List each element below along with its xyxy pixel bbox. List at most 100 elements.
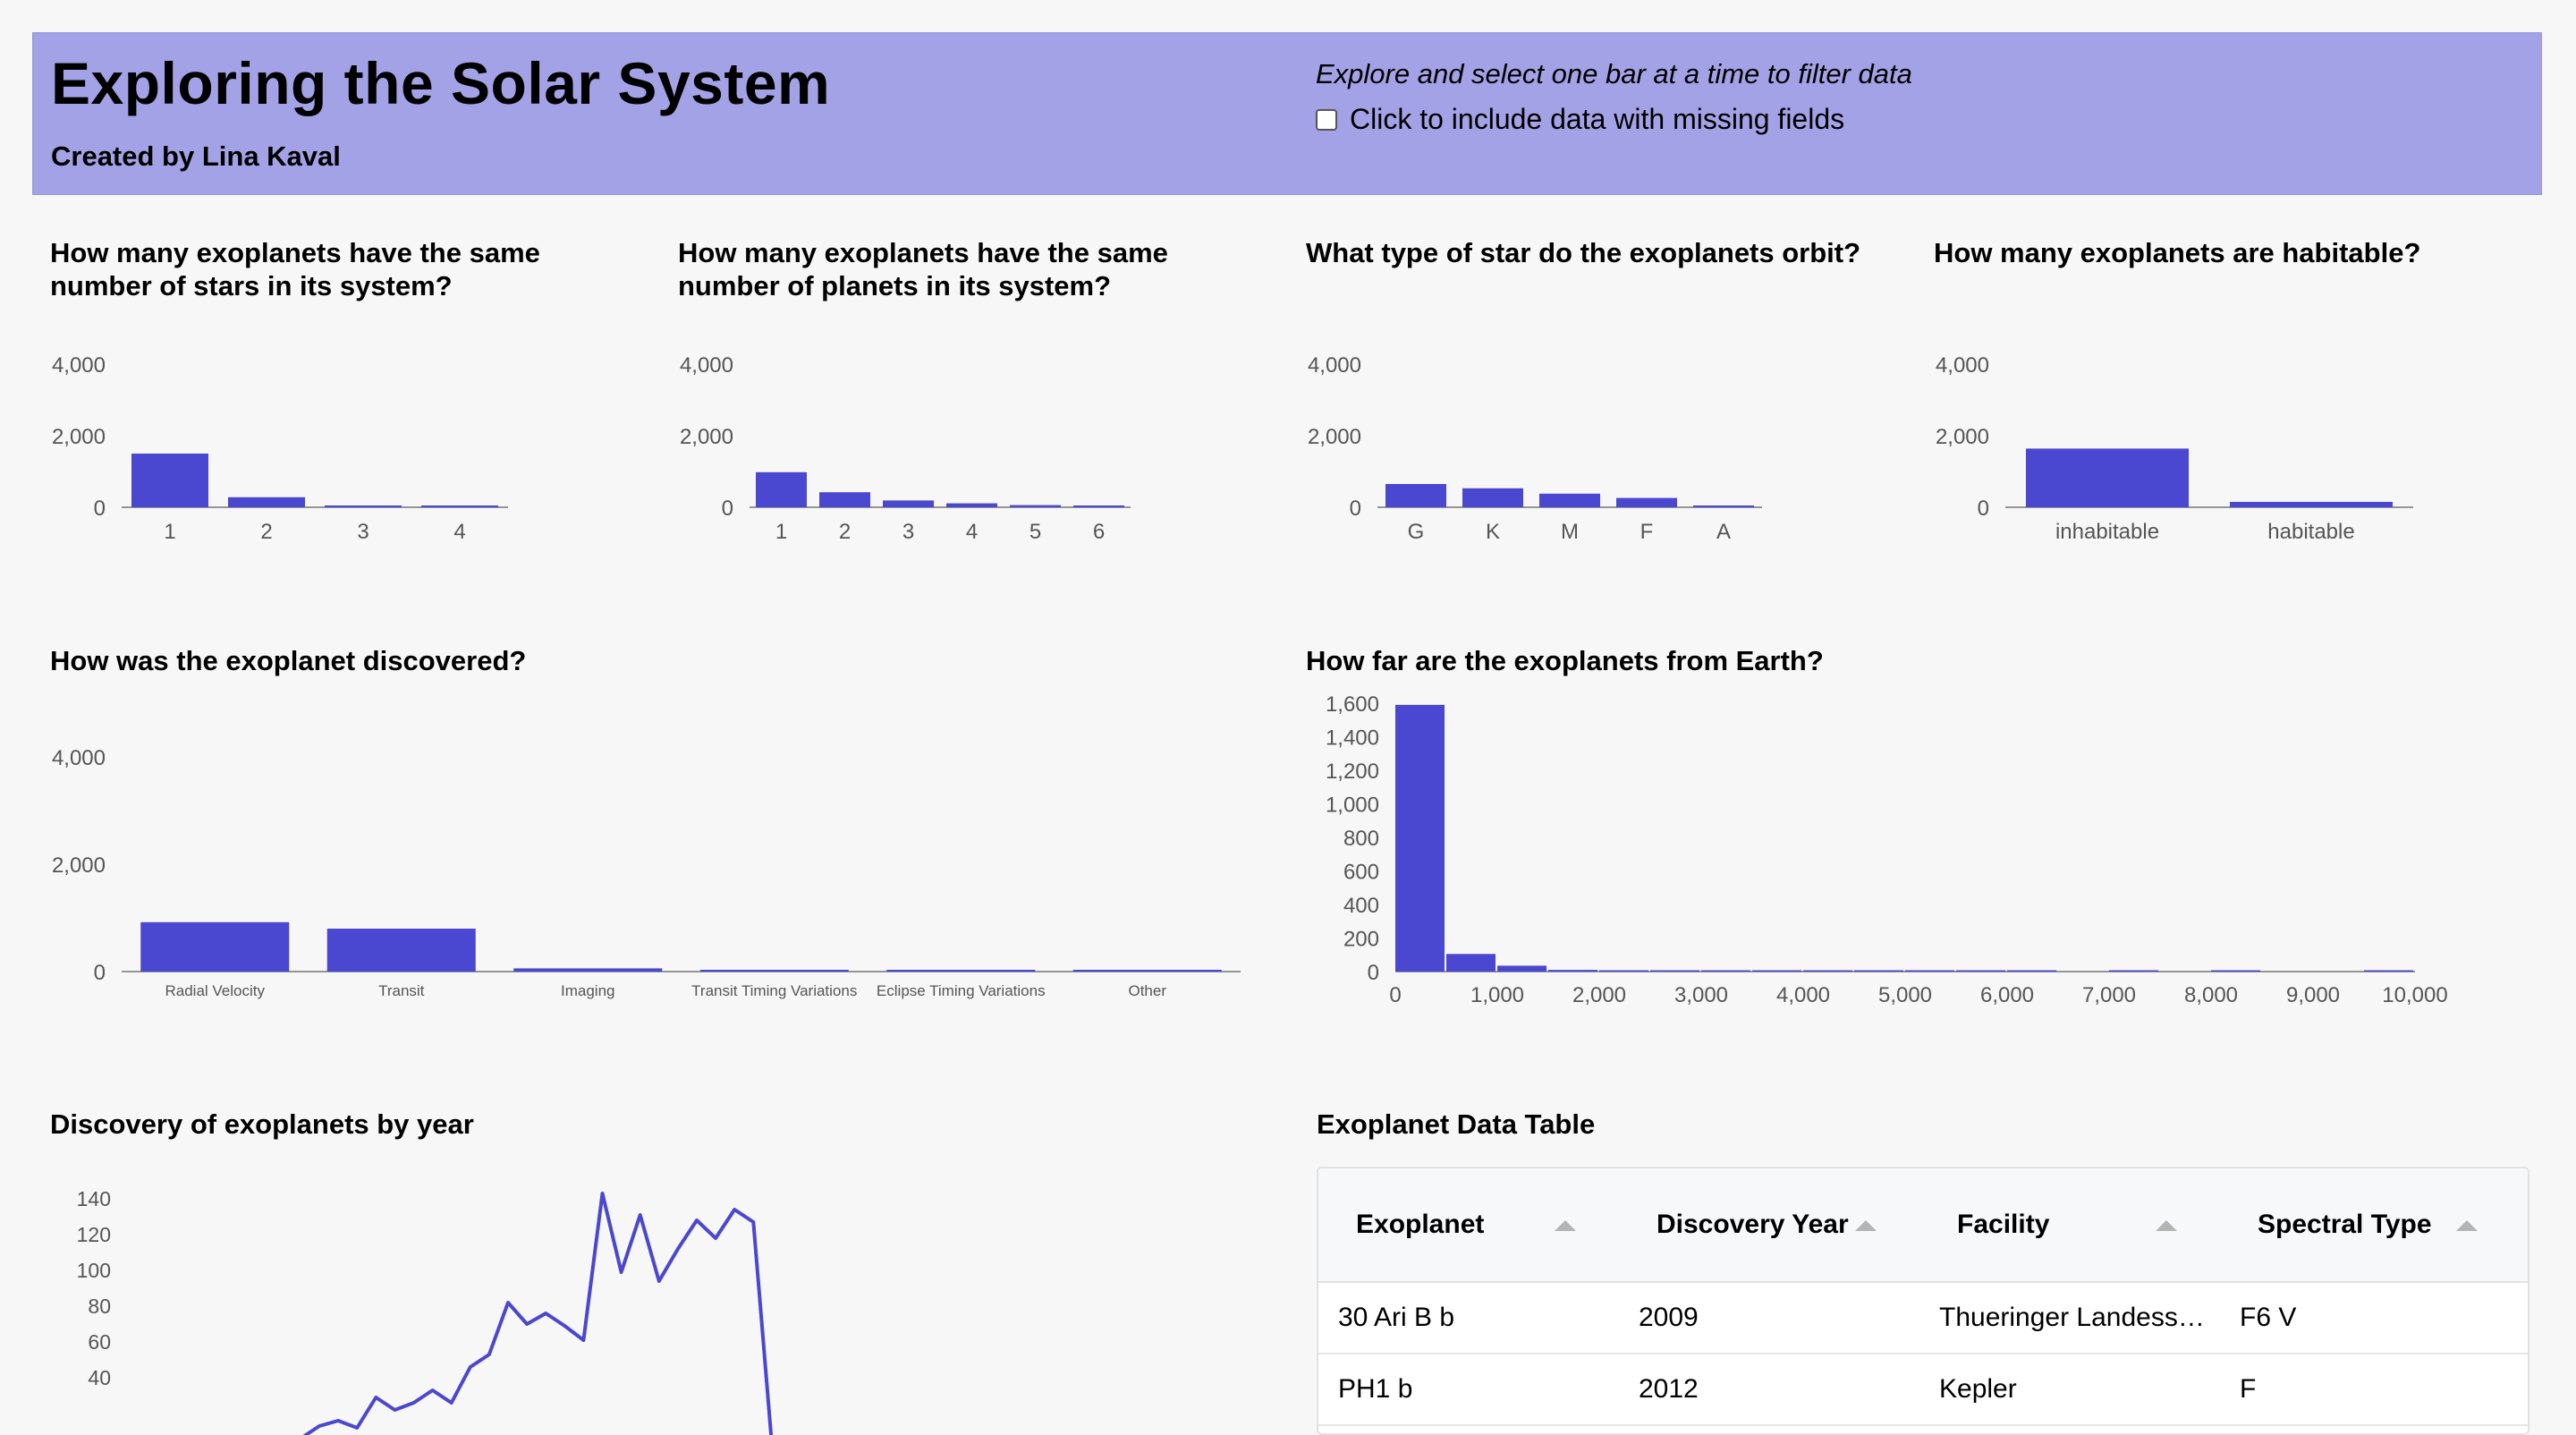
bar-5[interactable] (1010, 505, 1061, 507)
missing-fields-label: Click to include data with missing field… (1350, 103, 1845, 135)
column-header-spectral-type[interactable]: Spectral Type (2258, 1168, 2432, 1281)
bar-transit[interactable] (326, 929, 476, 972)
bar-k[interactable] (1462, 488, 1523, 507)
x-tick-label: 4,000 (1776, 983, 1830, 1007)
missing-fields-toggle[interactable]: Click to include data with missing field… (1316, 103, 1844, 136)
sort-icon[interactable] (2156, 1220, 2177, 1231)
bar-a[interactable] (1693, 505, 1754, 507)
cell-facility: Kepler (1939, 1374, 2017, 1404)
bar-2[interactable] (228, 497, 305, 507)
chart-title-star-type: What type of star do the exoplanets orbi… (1306, 237, 1861, 268)
bar-inhabitable[interactable] (2026, 448, 2189, 507)
bar-imaging[interactable] (513, 968, 663, 972)
bar-other[interactable] (1072, 970, 1222, 972)
sort-icon[interactable] (1855, 1220, 1877, 1231)
histogram-bar[interactable] (1395, 704, 1445, 972)
histogram-bar[interactable] (1701, 970, 1750, 972)
cell-facility: Thueringer Landessternwarte Tautenburg (1939, 1303, 2207, 1332)
bar-f[interactable] (1616, 497, 1677, 507)
histogram-bar[interactable] (1599, 970, 1648, 972)
bar-radial-velocity[interactable] (140, 921, 290, 972)
cell-spectral-type: F6 V (2240, 1303, 2297, 1332)
x-tick-label: 9,000 (2286, 983, 2340, 1007)
x-tick-label: 5,000 (1878, 983, 1932, 1007)
histogram-bar[interactable] (2364, 970, 2413, 972)
y-tick-label: 800 (1343, 827, 1379, 851)
discovery-year-line-chart: 40 60 80 100 120 140 (77, 1187, 774, 1435)
y-tick-label: 0 (1368, 961, 1379, 985)
sort-icon[interactable] (2456, 1220, 2478, 1231)
x-tick-label: habitable (2267, 520, 2354, 544)
y-tick-label: 2,000 (52, 425, 106, 449)
bar-1[interactable] (131, 454, 208, 507)
missing-fields-checkbox[interactable] (1316, 108, 1337, 131)
bar-eclipse-timing-variations[interactable] (886, 970, 1036, 972)
y-tick-label: 4,000 (52, 353, 106, 378)
y-tick-label: 0 (94, 961, 106, 985)
y-tick-label: 600 (1343, 861, 1379, 885)
x-tick-label: 1,000 (1470, 983, 1524, 1007)
bar-4[interactable] (946, 503, 997, 507)
bar-3[interactable] (883, 500, 934, 507)
histogram-bar[interactable] (1752, 970, 1801, 972)
y-tick-label: 400 (1343, 894, 1379, 918)
sort-icon[interactable] (1555, 1220, 1576, 1231)
chart-title-habitable: How many exoplanets are habitable? (1934, 237, 2421, 268)
x-tick-label: K (1486, 520, 1500, 544)
chart-title-discovery-year: Discovery of exoplanets by year (50, 1108, 474, 1140)
histogram-bar[interactable] (1650, 970, 1699, 972)
bar-6[interactable] (1073, 505, 1124, 507)
histogram-bar[interactable] (1905, 970, 1954, 972)
x-tick-label: Transit (378, 982, 425, 999)
discoveries-line (302, 1192, 774, 1435)
x-tick-label: 4 (453, 520, 465, 544)
x-tick-label: Imaging (561, 982, 614, 999)
histogram-bar[interactable] (1803, 970, 1852, 972)
cell-exoplanet: 30 Ari B b (1338, 1303, 1455, 1332)
histogram-bar[interactable] (1446, 954, 1496, 972)
chart-title-planets: How many exoplanets have the same number … (678, 237, 1168, 301)
histogram-bar[interactable] (2109, 970, 2158, 972)
histogram-bar[interactable] (1854, 970, 1903, 972)
histogram-bar[interactable] (1956, 970, 2005, 972)
y-tick-label: 1,400 (1326, 726, 1379, 751)
x-tick-label: 8,000 (2184, 983, 2238, 1007)
table-row[interactable]: 30 Ari B b 2009 Thueringer Landessternwa… (1318, 1283, 2528, 1354)
histogram-bar[interactable] (1497, 965, 1546, 972)
bar-4[interactable] (421, 505, 498, 507)
cell-discovery-year: 2009 (1639, 1303, 1699, 1332)
y-tick-label: 4,000 (680, 353, 733, 378)
column-header-discovery-year[interactable]: Discovery Year (1657, 1168, 1849, 1281)
y-tick-label: 0 (1350, 497, 1361, 521)
bar-1[interactable] (756, 471, 807, 507)
bar-2[interactable] (819, 492, 870, 507)
y-tick-label: 4,000 (52, 746, 106, 770)
y-tick-label: 100 (77, 1259, 111, 1282)
x-tick-label: 2,000 (1572, 983, 1626, 1007)
histogram-bar[interactable] (1548, 970, 1597, 972)
histogram-bar[interactable] (2211, 970, 2260, 972)
table-title: Exoplanet Data Table (1317, 1108, 1596, 1140)
y-tick-label: 1,600 (1326, 692, 1379, 717)
x-tick-label: 1 (775, 520, 787, 544)
bar-3[interactable] (325, 505, 402, 507)
column-header-facility[interactable]: Facility (1957, 1168, 2049, 1281)
y-tick-label: 60 (88, 1330, 111, 1354)
x-tick-label: 3 (357, 520, 369, 544)
chart-title-distance: How far are the exoplanets from Earth? (1306, 645, 1824, 676)
y-tick-label: 1,200 (1326, 760, 1379, 784)
y-tick-label: 0 (722, 497, 733, 521)
table-header-row: Exoplanet Discovery Year Facility Spectr… (1318, 1168, 2528, 1283)
bar-m[interactable] (1539, 493, 1600, 507)
column-header-exoplanet[interactable]: Exoplanet (1356, 1168, 1484, 1281)
table-row[interactable]: PH1 b 2012 Kepler F (1318, 1354, 2528, 1426)
bar-transit-timing-variations[interactable] (699, 970, 849, 972)
x-tick-label: inhabitable (2055, 520, 2159, 544)
bar-habitable[interactable] (2230, 502, 2393, 507)
x-tick-label: Radial Velocity (165, 982, 265, 999)
bar-g[interactable] (1385, 484, 1446, 507)
x-tick-label: 5 (1030, 520, 1041, 544)
histogram-bar[interactable] (2007, 970, 2056, 972)
x-tick-label: Eclipse Timing Variations (877, 982, 1046, 999)
filter-instructions: Explore and select one bar at a time to … (1316, 58, 1912, 89)
